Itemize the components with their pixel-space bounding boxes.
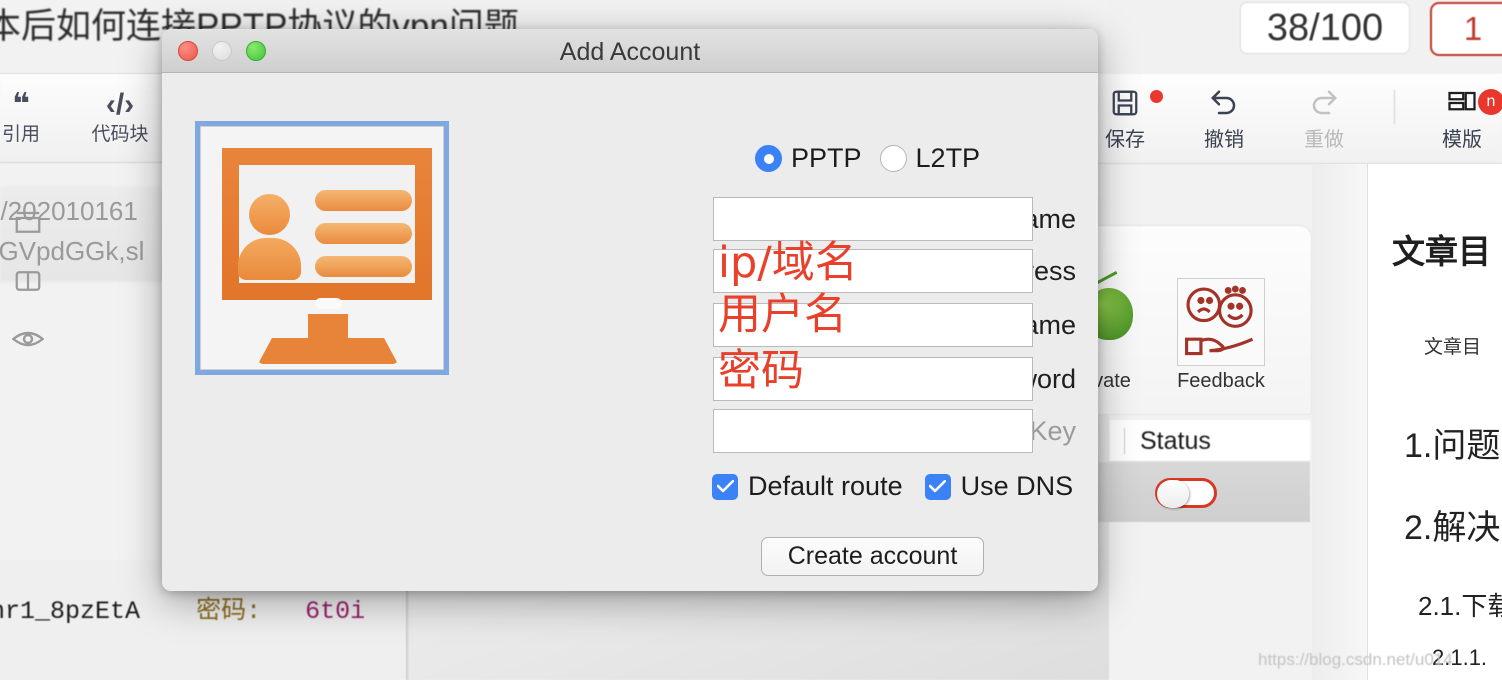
radio-l2tp-label: L2TP [915,143,981,173]
toolbar-label-code-block: 代码块 [91,124,149,145]
checkbox-use-dns-label: Use DNS [960,471,1074,501]
form-row-account-name: Account name 用户名 [162,293,1098,347]
quote-icon: ❝ [12,88,30,121]
editor-topbar: 38/100 1 [1108,0,1502,74]
toggle-knob [1157,480,1189,508]
service-name-input[interactable] [713,197,1033,241]
card-label-feedback: Feedback [1177,370,1265,392]
status-column-header: Status [1110,420,1310,462]
radio-l2tp-indicator[interactable] [879,145,907,172]
toolbar-button-redo[interactable]: 重做 [1287,88,1361,153]
redo-icon [1287,88,1361,127]
credentials-line: hr1_8pzEtA 密码: 6t0i [0,590,365,626]
outline-item[interactable]: 1.问题 [1404,418,1500,467]
shared-key-input[interactable] [713,409,1033,453]
layout-split-icon[interactable] [12,266,44,298]
code-block-icon: ‹/› [105,88,135,121]
radio-pptp-label: PPTP [791,143,862,173]
server-address-input[interactable] [713,249,1033,293]
dialog-body: PPTP L2TP Service name Server address ip… [162,73,1098,591]
create-account-button[interactable]: Create account [761,537,984,576]
credentials-prefix: hr1_8pzEtA [0,597,141,626]
form-row-server-address: Server address ip/域名 [162,241,1098,293]
dialog-titlebar[interactable]: Add Account [162,29,1098,73]
unsaved-changes-dot-icon [1150,90,1163,103]
credentials-value: 6t0i [305,597,366,626]
account-name-input[interactable] [713,303,1033,347]
toolbar-button-quote[interactable]: ❝ 引用 [0,88,60,148]
outline-title: 文章目 [1392,233,1491,270]
outline-item[interactable]: 2.解决 [1404,500,1500,549]
outline-subtitle: 文章目 [1424,337,1482,358]
checkbox-default-route-box[interactable] [712,473,738,500]
eye-icon[interactable] [11,326,45,358]
protocol-radio-group: PPTP L2TP [755,143,980,174]
code-line: aGVpdGGk,sl [0,236,145,266]
radio-l2tp[interactable]: L2TP [879,143,981,174]
score-badge: 38/100 [1240,2,1410,54]
template-new-badge: n [1478,89,1502,115]
view-mode-rail [1312,164,1368,680]
checkbox-default-route[interactable]: Default route [712,471,903,502]
status-toggle[interactable] [1155,478,1217,508]
checkbox-default-route-label: Default route [748,471,903,501]
toolbar-label-save: 保存 [1105,129,1145,151]
toolbar-button-undo[interactable]: 撤销 [1187,88,1261,153]
toolbar-label-template: 模版 [1442,129,1482,151]
dialog-title: Add Account [559,38,701,66]
status-header-label: Status [1140,427,1211,455]
form-row-service-name: Service name [162,197,1098,241]
toolbar-label-redo: 重做 [1304,129,1344,151]
credentials-key: 密码: [196,597,262,626]
form-row-password: Password 密码 [162,349,1098,401]
feedback-icon[interactable] [1177,278,1265,366]
toolbar-label-undo: 撤销 [1204,129,1244,151]
checkbox-use-dns-box[interactable] [924,473,951,500]
radio-pptp[interactable]: PPTP [755,143,862,174]
alert-button[interactable]: 1 [1430,2,1502,56]
undo-icon [1187,88,1261,127]
add-account-dialog: Add Account PPTP L2TP name ip/域名 name 用户… [162,29,1098,591]
column-separator [1124,428,1125,454]
checkbox-use-dns[interactable]: Use DNS [924,471,1074,502]
outline-item[interactable]: 2.1.下载 [1418,586,1502,623]
options-checkbox-group: Default route Use DNS [712,471,1073,502]
toolbar-button-code-block[interactable]: ‹/› 代码块 [75,88,165,148]
watermark: https://blog.csdn.net/u014 [1258,650,1453,669]
radio-pptp-indicator[interactable] [755,145,782,172]
screen: 本后如何连接PPTP协议的vpn问题 ❝ 引用 ‹/› 代码块 n/202010… [0,0,1502,680]
toolbar-separator [1394,90,1395,124]
toolbar-label-quote: 引用 [1,124,40,145]
password-input[interactable] [713,357,1033,401]
layout-single-icon[interactable] [12,208,44,240]
form-row-shared-key: Shared Key [162,409,1098,453]
